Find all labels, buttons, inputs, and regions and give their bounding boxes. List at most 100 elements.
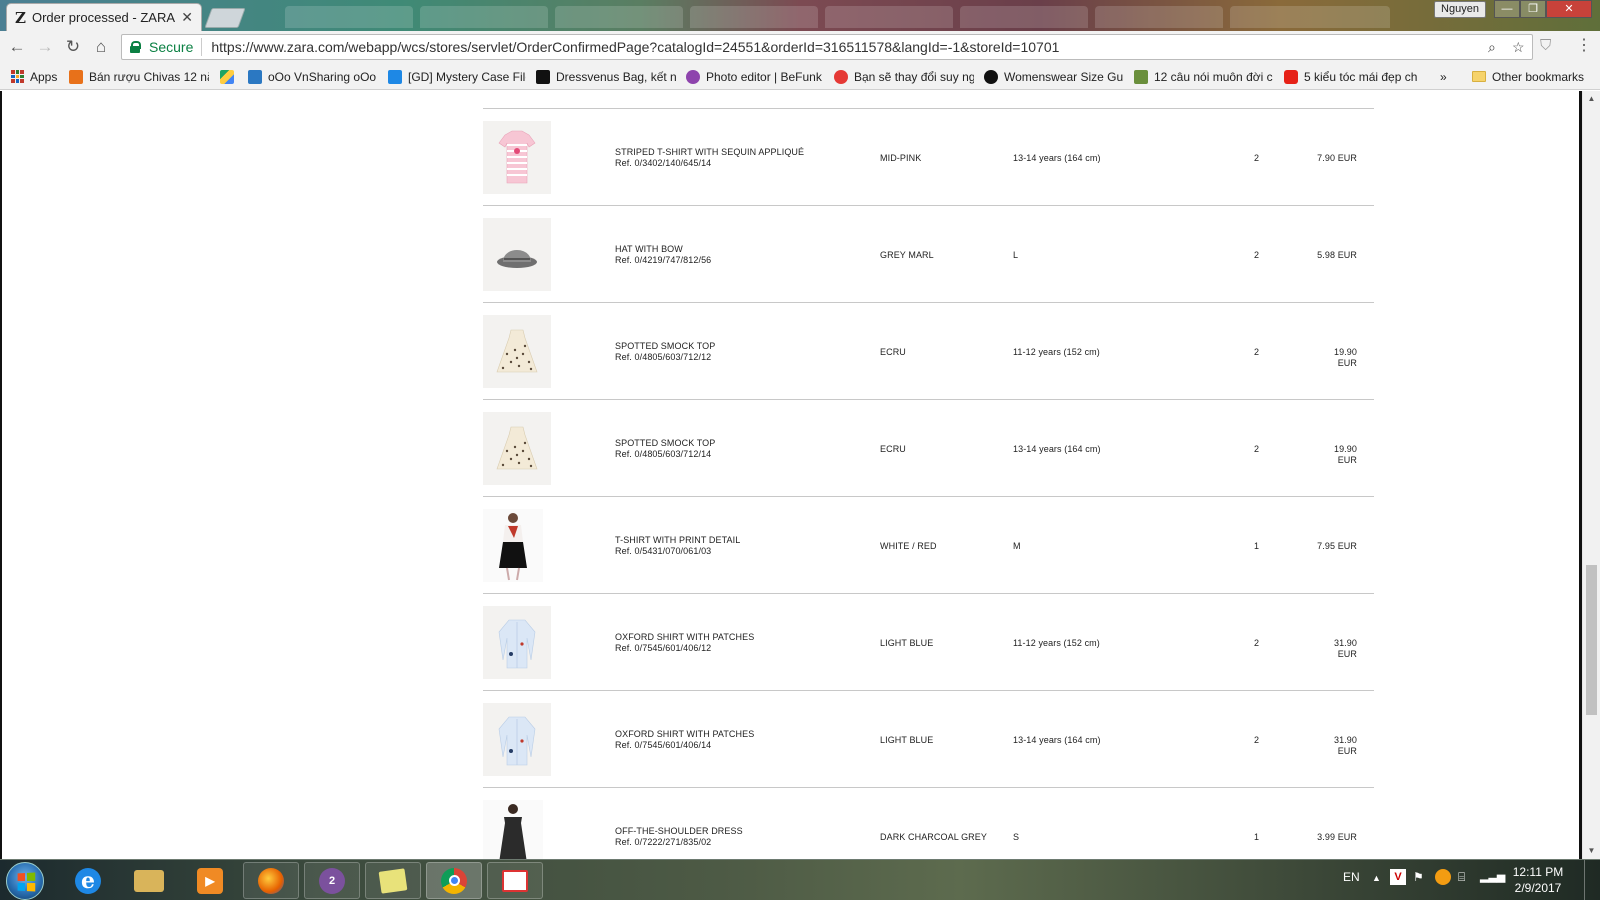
product-size: 13-14 years (164 cm) [1013, 153, 1101, 163]
product-ref: Ref. 0/7222/271/835/02 [615, 837, 712, 847]
product-color: WHITE / RED [880, 541, 937, 551]
taskbar-app-chrome[interactable] [426, 862, 482, 899]
product-thumbnail[interactable] [483, 412, 551, 485]
clock-date: 2/9/2017 [1514, 881, 1562, 895]
background-tab[interactable] [1230, 6, 1390, 28]
bookmark-label: 5 kiểu tóc mái đẹp ch [1304, 69, 1418, 84]
vertical-scrollbar[interactable]: ▲ ▼ [1582, 91, 1600, 859]
grey-hat-icon [497, 249, 537, 268]
sticky-notes-icon [378, 867, 408, 894]
product-thumbnail[interactable] [483, 509, 543, 582]
background-tab[interactable] [420, 6, 548, 28]
background-tab[interactable] [690, 6, 818, 28]
bookmark-star-icon[interactable]: ☆ [1512, 39, 1525, 56]
product-size: 11-12 years (152 cm) [1013, 638, 1100, 648]
restore-icon[interactable]: ❐ [1520, 0, 1546, 18]
product-price: 7.90 EUR [1317, 153, 1357, 163]
background-tab[interactable] [1095, 6, 1223, 28]
scrollbar-thumb[interactable] [1586, 565, 1597, 715]
close-icon[interactable]: ✕ [181, 9, 193, 26]
tray-expand-arrow-icon[interactable]: ▲ [1372, 873, 1381, 883]
background-tab[interactable] [960, 6, 1088, 28]
tab-order-processed[interactable]: Z Order processed - ZARA ✕ [6, 3, 202, 31]
reload-icon[interactable]: ↻ [62, 36, 84, 58]
order-items-list: STRIPED T-SHIRT WITH SEQUIN APPLIQUÉ Ref… [483, 108, 1374, 859]
product-thumbnail[interactable] [483, 218, 551, 291]
taskbar-app-firefox[interactable] [243, 862, 299, 899]
product-size: L [1013, 250, 1019, 260]
new-tab-button[interactable] [204, 8, 246, 28]
bookmark-item[interactable]: Womenswear Size Gu [984, 68, 1124, 85]
bookmark-item[interactable]: [GD] Mystery Case File [388, 68, 526, 85]
bookmark-item[interactable]: Bán rượu Chivas 12 nă [69, 68, 209, 85]
taskbar-app-viber[interactable]: 2 [304, 862, 360, 899]
profile-button[interactable]: Nguyen [1434, 1, 1486, 18]
background-tab[interactable] [555, 6, 683, 28]
product-quantity: 2 [1254, 638, 1260, 648]
bookmark-item[interactable]: Bạn sẽ thay đổi suy ng [834, 68, 974, 85]
taskbar-app-file-explorer[interactable] [121, 862, 177, 899]
system-clock[interactable]: 12:11 PM 2/9/2017 [1508, 864, 1568, 896]
bookmark-item[interactable]: Photo editor | BeFunk [686, 68, 824, 85]
product-price: 5.98 EUR [1317, 250, 1357, 260]
bookmarks-bar: Apps Bán rượu Chivas 12 nă oOo VnSharing… [0, 63, 1600, 90]
scroll-up-arrow-icon[interactable]: ▲ [1583, 91, 1600, 107]
bookmark-label: Photo editor | BeFunk [706, 69, 822, 84]
other-bookmarks[interactable]: Other bookmarks [1472, 68, 1584, 85]
address-bar[interactable]: Secure https://www.zara.com/webapp/wcs/s… [121, 34, 1533, 60]
folder-icon [1472, 71, 1486, 82]
order-item-row: STRIPED T-SHIRT WITH SEQUIN APPLIQUÉ Ref… [483, 108, 1374, 205]
window-close-icon[interactable]: ✕ [1546, 0, 1592, 18]
zara-favicon-icon: Z [15, 8, 26, 27]
background-tab[interactable] [825, 6, 953, 28]
product-thumbnail[interactable] [483, 606, 551, 679]
taskbar-app-internet-explorer[interactable]: e [60, 862, 116, 899]
product-name: OXFORD SHIRT WITH PATCHES [615, 729, 755, 739]
zoom-icon[interactable]: ⌕ [1488, 39, 1496, 56]
bookmark-item[interactable]: oOo VnSharing oOo [248, 68, 378, 85]
bookmarks-overflow-button[interactable]: » [1440, 68, 1447, 85]
language-indicator[interactable]: EN [1343, 870, 1360, 884]
network-device-icon[interactable]: ⌸ [1458, 870, 1465, 885]
start-button[interactable] [6, 862, 44, 900]
apps-grid-icon [11, 70, 24, 83]
product-thumbnail[interactable] [483, 121, 551, 194]
bookmark-label: Womenswear Size Gu [1004, 69, 1124, 84]
bookmark-label: Other bookmarks [1492, 69, 1585, 84]
product-color: ECRU [880, 444, 906, 454]
tray-app-icon[interactable] [1435, 869, 1451, 885]
model-dress-icon [499, 803, 527, 859]
bookmark-item[interactable]: 5 kiểu tóc mái đẹp ch [1284, 68, 1424, 85]
scroll-down-arrow-icon[interactable]: ▼ [1583, 843, 1600, 859]
bookmark-apps[interactable]: Apps [11, 68, 57, 85]
extension-shield-icon[interactable]: ⛉ [1540, 37, 1551, 54]
product-thumbnail[interactable] [483, 703, 551, 776]
bookmark-item[interactable]: 12 câu nói muôn đời c [1134, 68, 1274, 85]
bookmark-item[interactable]: Dressvenus Bag, kết n [536, 68, 676, 85]
product-size: 13-14 years (164 cm) [1013, 444, 1101, 454]
taskbar-app-media-player[interactable]: ▶ [182, 862, 238, 899]
product-thumbnail[interactable] [483, 315, 551, 388]
minimize-icon[interactable]: — [1494, 0, 1520, 18]
signal-strength-icon[interactable]: ▂▃▅ [1480, 870, 1505, 883]
secure-label: Secure [149, 39, 194, 55]
browser-toolbar: ← → ↻ ⌂ Secure https://www.zara.com/weba… [0, 31, 1600, 63]
product-thumbnail[interactable] [483, 800, 543, 859]
order-item-row: HAT WITH BOW Ref. 0/4219/747/812/56 GREY… [483, 205, 1374, 302]
home-icon[interactable]: ⌂ [90, 36, 112, 58]
taskbar-app-snipping-tool[interactable] [487, 862, 543, 899]
tray-app-icon[interactable]: V [1390, 869, 1406, 885]
bookmark-label: Bán rượu Chivas 12 nă [89, 69, 209, 84]
product-name: OFF-THE-SHOULDER DRESS [615, 826, 743, 836]
back-arrow-icon[interactable]: ← [6, 36, 28, 58]
product-quantity: 2 [1254, 347, 1260, 357]
bookmark-item[interactable] [220, 68, 238, 85]
firefox-icon [258, 867, 284, 894]
menu-dots-icon[interactable]: ⋮ [1576, 35, 1592, 57]
show-desktop-button[interactable] [1584, 860, 1600, 900]
background-tab[interactable] [285, 6, 413, 28]
flag-icon[interactable]: ⚑ [1413, 870, 1424, 884]
taskbar-app-sticky-notes[interactable] [365, 862, 421, 899]
forward-arrow-icon[interactable]: → [34, 36, 56, 58]
product-name: HAT WITH BOW [615, 244, 683, 254]
